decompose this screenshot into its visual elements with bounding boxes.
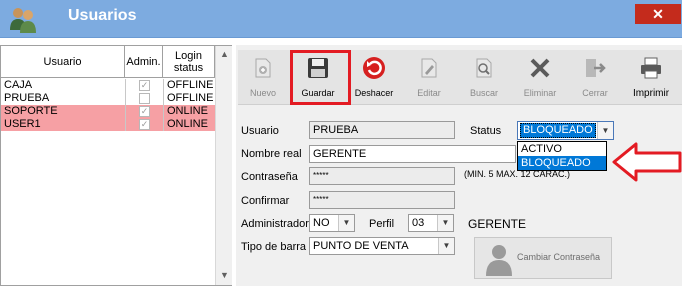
table-row[interactable]: SOPORTE ✓ ONLINE: [1, 105, 215, 118]
vertical-scrollbar[interactable]: ▲ ▼: [215, 46, 232, 285]
grid-header: Usuario Admin. Login status: [1, 46, 215, 78]
perfil-value: 03: [412, 217, 425, 229]
perfil-label: Perfil: [369, 218, 395, 230]
admin-checkbox[interactable]: [139, 93, 150, 104]
cell-user: SOPORTE: [4, 105, 58, 117]
administrador-label: Administrador: [241, 218, 309, 230]
close-icon: ✕: [652, 6, 664, 22]
title-bar: Usuarios ✕: [0, 0, 682, 38]
cell-status: OFFLINE: [163, 92, 215, 105]
edit-icon: [421, 58, 437, 78]
editar-button[interactable]: Editar: [406, 50, 452, 105]
cell-user: PRUEBA: [4, 92, 50, 104]
chevron-down-icon[interactable]: ▼: [437, 215, 453, 231]
tipo-de-barra-label: Tipo de barra: [241, 241, 307, 253]
confirmar-field[interactable]: *****: [309, 191, 455, 209]
contrasena-label: Contraseña: [241, 171, 298, 183]
admin-checkbox[interactable]: ✓: [139, 119, 150, 130]
usuario-field[interactable]: PRUEBA: [309, 121, 455, 139]
users-grid[interactable]: Usuario Admin. Login status CAJA ✓ OFFLI…: [0, 45, 232, 286]
buscar-button[interactable]: Buscar: [461, 50, 507, 105]
status-option-bloqueado[interactable]: BLOQUEADO: [518, 156, 606, 170]
cell-admin: ✓: [125, 118, 162, 131]
scroll-down-icon[interactable]: ▼: [216, 267, 233, 284]
nuevo-button[interactable]: Nuevo: [240, 50, 286, 105]
printer-icon: [641, 57, 661, 79]
cambiar-contrasena-label: Cambiar Contraseña: [517, 252, 601, 262]
table-row[interactable]: PRUEBA OFFLINE: [1, 92, 215, 105]
red-arrow-annotation: [612, 142, 682, 182]
confirmar-label: Confirmar: [241, 195, 290, 207]
deshacer-label: Deshacer: [354, 88, 394, 98]
cell-status: OFFLINE: [163, 79, 215, 92]
admin-checkbox[interactable]: ✓: [139, 80, 150, 91]
chevron-down-icon[interactable]: ▼: [338, 215, 354, 231]
table-row[interactable]: USER1 ✓ ONLINE: [1, 118, 215, 131]
cell-status: ONLINE: [163, 105, 215, 118]
usuario-label: Usuario: [241, 125, 279, 137]
administrador-select[interactable]: NO ▼: [309, 214, 355, 232]
cell-admin: ✓: [125, 79, 162, 92]
cell-user: USER1: [4, 118, 41, 130]
nombre-real-label: Nombre real: [241, 148, 302, 160]
cerrar-label: Cerrar: [582, 88, 608, 98]
cell-status: ONLINE: [163, 118, 215, 131]
cerrar-button[interactable]: Cerrar: [572, 50, 618, 105]
eliminar-label: Eliminar: [523, 88, 557, 98]
column-header-login-status[interactable]: Login status: [163, 46, 215, 78]
guardar-highlight-box: [290, 50, 351, 105]
scroll-up-icon[interactable]: ▲: [216, 46, 233, 63]
buscar-label: Buscar: [469, 88, 498, 98]
contrasena-field[interactable]: *****: [309, 167, 455, 185]
imprimir-label: Imprimir: [632, 88, 670, 99]
nombre-real-field[interactable]: GERENTE: [309, 145, 516, 163]
cell-admin: [125, 92, 162, 105]
undo-icon: [363, 57, 385, 79]
tipo-de-barra-select[interactable]: PUNTO DE VENTA ▼: [309, 237, 455, 255]
search-icon: [476, 58, 492, 78]
imprimir-button[interactable]: Imprimir: [628, 50, 674, 105]
exit-icon: [586, 59, 606, 77]
new-document-icon: [255, 58, 271, 78]
nuevo-label: Nuevo: [249, 88, 276, 98]
column-header-admin[interactable]: Admin.: [125, 46, 163, 78]
delete-icon: [530, 58, 550, 78]
users-icon: [10, 8, 36, 33]
cell-user: CAJA: [4, 79, 33, 91]
status-option-activo[interactable]: ACTIVO: [518, 142, 606, 156]
deshacer-button[interactable]: Deshacer: [351, 50, 397, 105]
status-dropdown-list[interactable]: ACTIVO BLOQUEADO: [517, 141, 607, 171]
admin-checkbox[interactable]: ✓: [139, 106, 150, 117]
window-title: Usuarios: [68, 7, 137, 24]
chevron-down-icon[interactable]: ▼: [597, 122, 613, 139]
status-selected-value: BLOQUEADO: [520, 123, 596, 138]
chevron-down-icon[interactable]: ▼: [438, 238, 454, 254]
contrasena-hint: (MIN. 5 MAX. 12 CARAC.): [464, 169, 571, 179]
cell-admin: ✓: [125, 105, 162, 118]
administrador-value: NO: [313, 217, 330, 229]
perfil-name: GERENTE: [468, 217, 527, 231]
perfil-select[interactable]: 03 ▼: [408, 214, 454, 232]
close-button[interactable]: ✕: [635, 4, 681, 24]
status-label: Status: [470, 125, 502, 137]
table-row[interactable]: CAJA ✓ OFFLINE: [1, 79, 215, 92]
cambiar-contrasena-button[interactable]: Cambiar Contraseña: [474, 237, 612, 279]
status-select[interactable]: BLOQUEADO ▼: [517, 121, 614, 140]
column-header-usuario[interactable]: Usuario: [1, 46, 125, 78]
eliminar-button[interactable]: Eliminar: [517, 50, 563, 105]
editar-label: Editar: [417, 88, 441, 98]
user-key-icon: [486, 245, 512, 276]
tipo-de-barra-value: PUNTO DE VENTA: [313, 240, 409, 252]
